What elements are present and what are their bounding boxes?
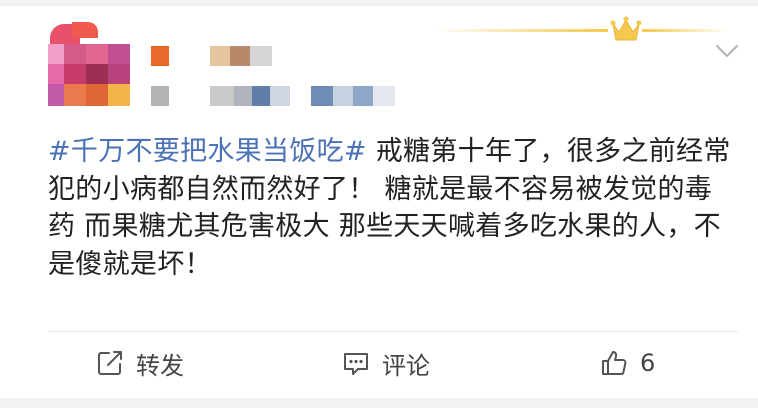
like-button[interactable]: 6: [600, 343, 655, 383]
crown-decoration: [430, 16, 730, 46]
crown-line-right: [642, 29, 730, 32]
crown-icon: [609, 16, 643, 44]
repost-label: 转发: [136, 351, 184, 380]
thumbs-up-icon: [600, 349, 628, 377]
like-count: 6: [640, 349, 656, 377]
repost-button[interactable]: 转发: [96, 343, 184, 383]
divider: [48, 331, 738, 332]
top-separator: [0, 0, 758, 6]
more-button[interactable]: [712, 38, 742, 64]
post-text: #千万不要把水果当饭吃# 戒糖第十年了，很多之前经常犯的小病都自然而然好了！ 糖…: [48, 133, 738, 283]
crown-line-left: [430, 29, 608, 32]
comment-label: 评论: [382, 351, 430, 380]
avatar[interactable]: [48, 22, 130, 106]
hashtag-link[interactable]: #千万不要把水果当饭吃#: [48, 136, 367, 167]
user-meta-censored[interactable]: [148, 40, 428, 110]
bottom-separator: [0, 398, 758, 408]
chevron-down-icon: [715, 44, 739, 58]
repost-icon: [96, 349, 124, 377]
comment-button[interactable]: 评论: [342, 343, 430, 383]
comment-icon: [342, 349, 370, 377]
